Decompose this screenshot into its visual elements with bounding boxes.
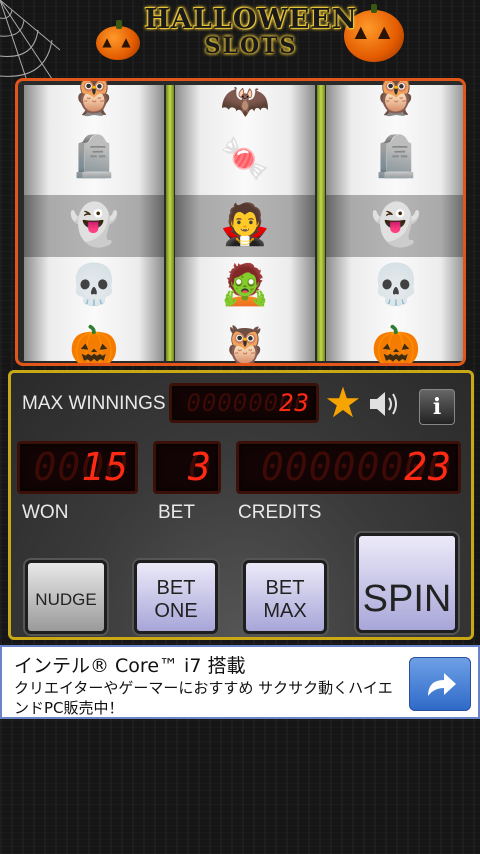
- star-icon[interactable]: ★: [322, 382, 364, 424]
- owl-icon: 🦉: [69, 78, 119, 118]
- pumpkin-icon: 🎃: [371, 324, 421, 366]
- game-subtitle: SLOTS: [204, 33, 298, 59]
- won-display: 0000 15: [17, 441, 138, 494]
- pumpkin-icon: 🎃: [69, 324, 119, 366]
- nudge-button[interactable]: NUDGE: [25, 560, 107, 634]
- owl-icon: 🦉: [220, 324, 270, 366]
- bet-max-button[interactable]: BET MAX: [243, 560, 327, 634]
- spin-label: SPIN: [362, 578, 452, 620]
- vampire-icon: 🧛: [220, 202, 270, 248]
- ghost-icon: 👻: [371, 202, 421, 248]
- ad-banner[interactable]: インテル® Core™ i7 搭載 クリエイターやゲーマーにおすすめ サクサク動…: [0, 645, 480, 719]
- bet-one-button[interactable]: BET ONE: [134, 560, 218, 634]
- credits-label: CREDITS: [238, 502, 322, 523]
- reel-1: 🦉 🪦 👻 💀 🎃: [24, 81, 164, 363]
- tombstone-icon: 🪦: [371, 134, 421, 180]
- speaker-icon[interactable]: [368, 388, 402, 420]
- ad-open-button[interactable]: [409, 657, 471, 711]
- won-label: WON: [22, 502, 69, 523]
- bet-one-line2: ONE: [154, 600, 198, 622]
- bat-icon: 🦇: [220, 78, 270, 124]
- bet-max-line2: MAX: [263, 600, 307, 622]
- info-button[interactable]: i: [419, 389, 455, 425]
- share-arrow-icon: [428, 673, 456, 696]
- max-winnings-display: 00000000 23: [169, 383, 319, 423]
- slot-reels: 🦉 🪦 👻 💀 🎃 🦇 🍬 🧛 🧟 🦉 🦉 🪦 👻 💀 🎃: [15, 78, 466, 366]
- bet-one-line1: BET: [156, 577, 196, 599]
- owl-icon: 🦉: [371, 78, 421, 118]
- ad-title: インテル® Core™ i7 搭載: [14, 655, 246, 677]
- tombstone-icon: 🪦: [69, 134, 119, 180]
- reel-3: 🦉 🪦 👻 💀 🎃: [326, 81, 463, 363]
- bet-display: 03: [153, 441, 221, 494]
- game-title: HALLOWEEN: [144, 4, 358, 35]
- bet-label: BET: [158, 502, 195, 523]
- pumpkin-left-icon: ▲ ▲: [96, 20, 140, 60]
- skeleton-icon: 💀: [69, 262, 119, 308]
- game-logo: ▲ ▲ ▲ ▲ HALLOWEEN SLOTS: [96, 2, 406, 62]
- spiderweb-icon: [0, 0, 60, 90]
- ghost-icon: 👻: [69, 202, 119, 248]
- reel-2: 🦇 🍬 🧛 🧟 🦉: [175, 81, 315, 363]
- max-winnings-label: MAX WINNINGS: [22, 393, 166, 414]
- skeleton-icon: 💀: [371, 262, 421, 308]
- credits-display: 00000000 23: [236, 441, 461, 494]
- trick-or-treat-icon: 🍬: [220, 136, 270, 182]
- frankenstein-icon: 🧟: [220, 262, 270, 308]
- ad-text: クリエイターやゲーマーにおすすめ サクサク動くハイエンドPC販売中！: [14, 679, 393, 717]
- bet-max-line1: BET: [265, 577, 305, 599]
- reel-separator: [317, 85, 325, 361]
- reel-separator: [166, 85, 174, 361]
- spin-button[interactable]: SPIN: [356, 533, 458, 633]
